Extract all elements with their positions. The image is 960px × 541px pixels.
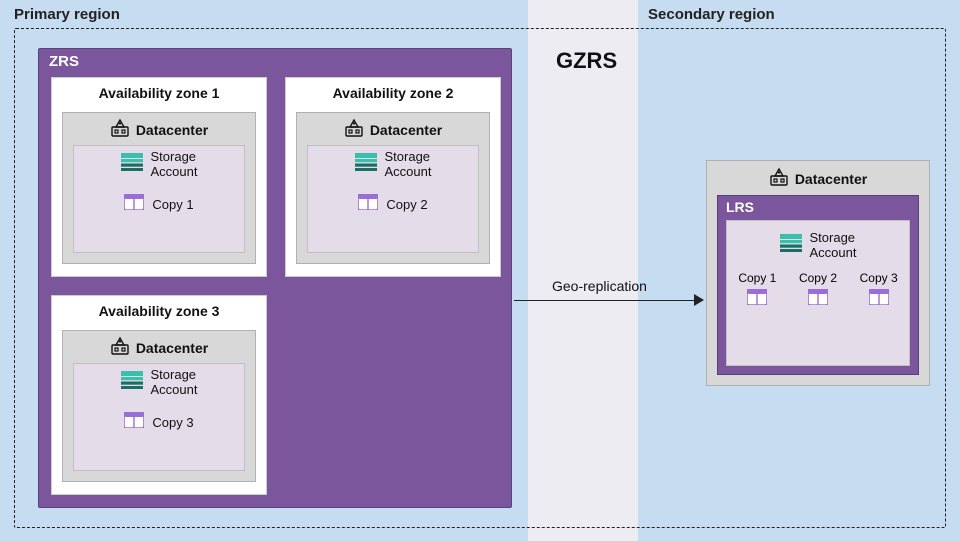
lrs-inner: StorageAccount Copy 1 Copy 2 Copy 3 [726,220,910,366]
storage-account-label: StorageAccount [385,150,432,180]
datacenter-label: Datacenter [136,340,208,356]
storage-account-label: StorageAccount [151,150,198,180]
copy-label: Copy 2 [386,197,427,212]
diagram-canvas: Primary region Secondary region GZRS ZRS… [0,0,960,541]
datacenter-inner: StorageAccount Copy 2 [307,145,479,253]
az-title: Availability zone 1 [52,78,266,107]
copy-icon [124,412,144,433]
copy-icon [124,194,144,215]
copy-label: Copy 1 [152,197,193,212]
copy-label: Copy 3 [860,271,898,285]
copy-label: Copy 1 [738,271,776,285]
storage-account-icon [355,153,377,176]
datacenter-inner: StorageAccount Copy 1 [73,145,245,253]
lrs-copies-row: Copy 1 Copy 2 Copy 3 [727,271,909,308]
datacenter-block: Datacenter StorageAccount Copy 2 [296,112,490,264]
copy-label: Copy 2 [799,271,837,285]
datacenter-block: Datacenter StorageAccount Copy 3 [62,330,256,482]
availability-zone-3: Availability zone 3 Datacenter StorageAc… [51,295,267,495]
copy-icon [747,289,767,308]
lrs-title: LRS [726,199,754,215]
datacenter-block: Datacenter StorageAccount Copy 1 [62,112,256,264]
primary-region-label: Primary region [14,6,120,23]
datacenter-icon [344,118,364,141]
zrs-box: ZRS Availability zone 1 Datacenter Stora… [38,48,512,508]
lrs-copy-2: Copy 2 [799,271,837,308]
datacenter-icon [769,167,789,190]
datacenter-inner: StorageAccount Copy 3 [73,363,245,471]
datacenter-icon [110,118,130,141]
storage-account-label: StorageAccount [810,231,857,261]
copy-icon [869,289,889,308]
copy-icon [358,194,378,215]
availability-zone-1: Availability zone 1 Datacenter StorageAc… [51,77,267,277]
lrs-copy-1: Copy 1 [738,271,776,308]
datacenter-label: Datacenter [370,122,442,138]
geo-replication-arrow-head [694,294,704,306]
az-title: Availability zone 3 [52,296,266,325]
datacenter-icon [110,336,130,359]
secondary-datacenter: Datacenter LRS StorageAccount Copy 1 Cop… [706,160,930,386]
storage-account-icon [121,153,143,176]
gzrs-label: GZRS [556,48,617,74]
az-title: Availability zone 2 [286,78,500,107]
storage-account-icon [780,234,802,257]
secondary-region-label: Secondary region [648,6,775,23]
lrs-box: LRS StorageAccount Copy 1 Copy 2 [717,195,919,375]
datacenter-label: Datacenter [136,122,208,138]
datacenter-label: Datacenter [795,171,867,187]
storage-account-icon [121,371,143,394]
lrs-copy-3: Copy 3 [860,271,898,308]
storage-account-label: StorageAccount [151,368,198,398]
copy-icon [808,289,828,308]
availability-zone-2: Availability zone 2 Datacenter StorageAc… [285,77,501,277]
geo-replication-label: Geo-replication [552,278,647,294]
copy-label: Copy 3 [152,415,193,430]
geo-replication-arrow-line [514,300,696,301]
zrs-title: ZRS [49,53,79,70]
